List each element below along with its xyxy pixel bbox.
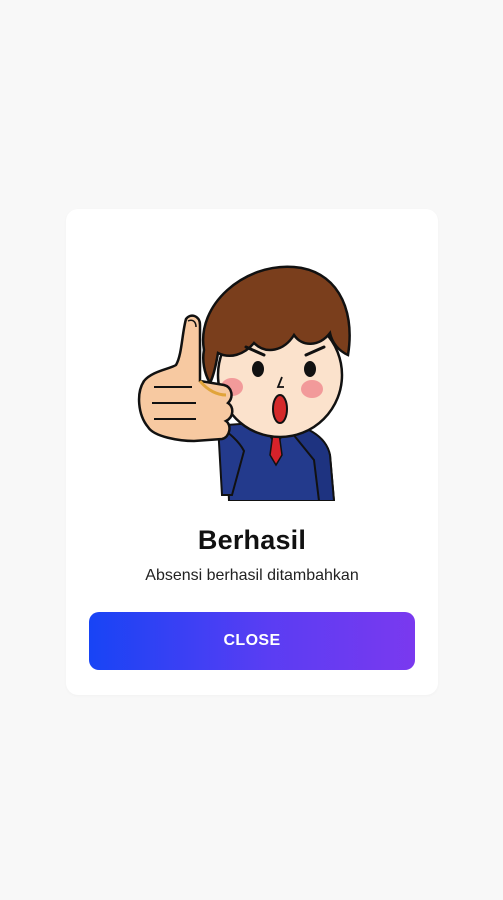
dialog-message: Absensi berhasil ditambahkan	[145, 567, 359, 584]
success-dialog: Berhasil Absensi berhasil ditambahkan CL…	[66, 209, 438, 695]
thumbs-up-businessman-icon	[134, 255, 356, 501]
dialog-title: Berhasil	[197, 525, 307, 555]
screen: Berhasil Absensi berhasil ditambahkan CL…	[0, 0, 503, 900]
close-button[interactable]: CLOSE	[89, 612, 415, 670]
